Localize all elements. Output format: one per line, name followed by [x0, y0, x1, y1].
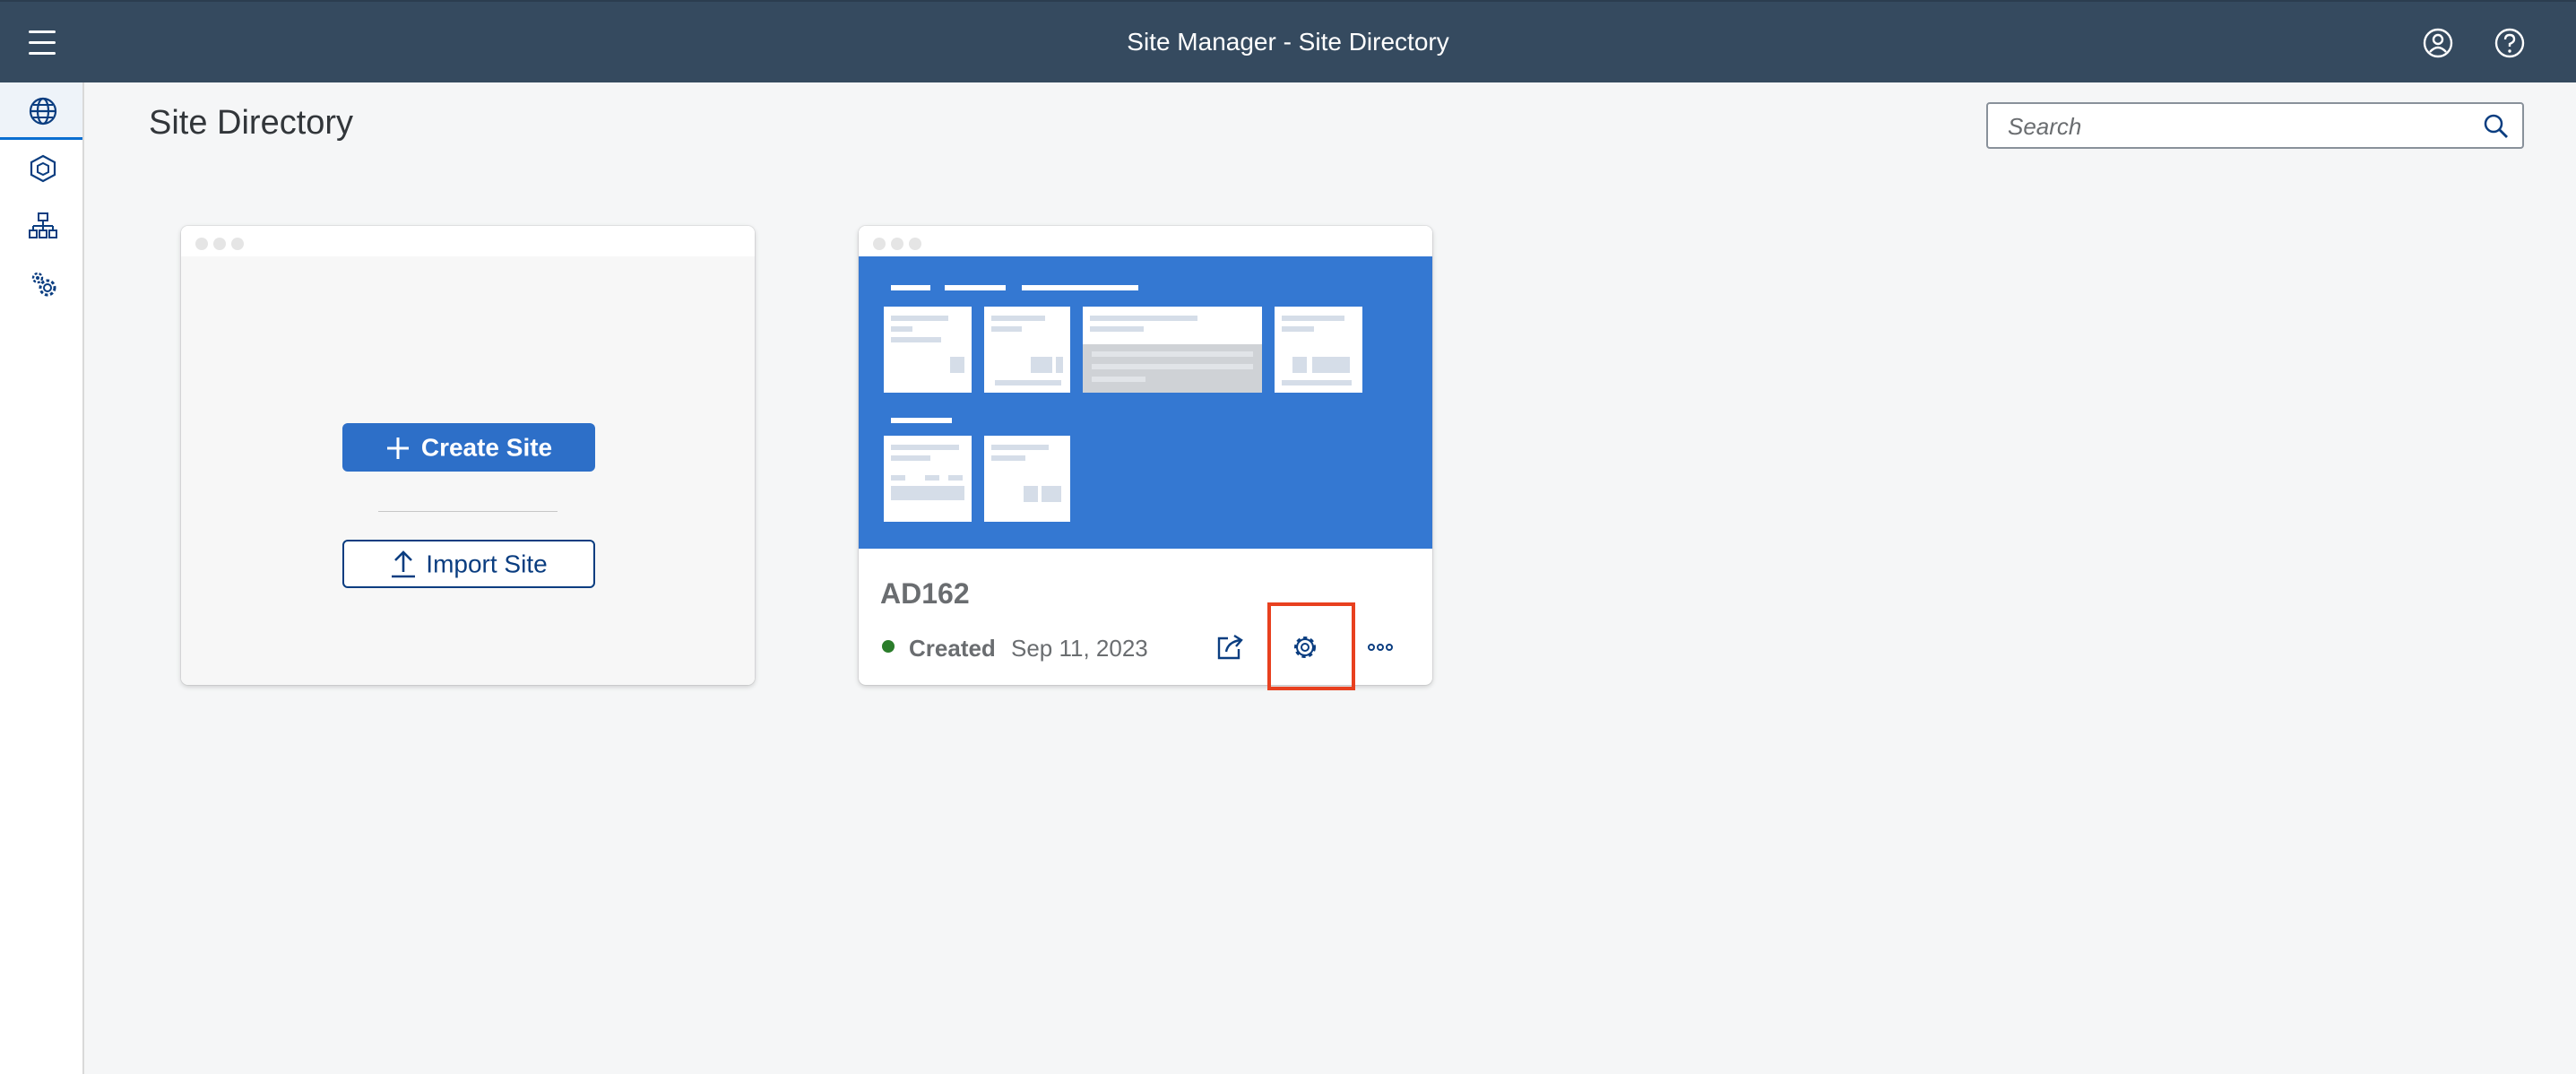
nav-settings[interactable] — [0, 255, 82, 312]
sitemap-icon — [29, 212, 57, 238]
import-site-button[interactable]: Import Site — [342, 540, 595, 588]
search-input[interactable] — [2006, 109, 2476, 143]
globe-icon — [29, 97, 57, 126]
import-site-label: Import Site — [426, 550, 548, 578]
upload-icon — [392, 550, 416, 578]
nav-content[interactable] — [0, 140, 82, 197]
nav-site-directory[interactable] — [0, 82, 82, 140]
window-bar — [859, 226, 1432, 256]
nav-sitemap[interactable] — [0, 197, 82, 255]
search-icon[interactable] — [2483, 113, 2510, 140]
status-indicator — [882, 640, 895, 653]
help-icon[interactable] — [2494, 27, 2526, 59]
page-title: Site Directory — [149, 104, 354, 142]
search-field[interactable] — [1986, 102, 2524, 149]
status-label: Created — [909, 635, 996, 662]
create-card-body: Create Site Import Site — [181, 256, 755, 685]
highlight-box — [1267, 602, 1355, 690]
share-icon[interactable] — [1212, 629, 1248, 665]
create-site-label: Create Site — [420, 433, 553, 462]
overflow-icon[interactable] — [1362, 629, 1398, 665]
window-bar — [181, 226, 755, 256]
divider — [378, 511, 558, 512]
create-site-card: Create Site Import Site — [181, 226, 755, 685]
create-site-button[interactable]: Create Site — [342, 423, 595, 472]
plus-icon — [386, 437, 409, 459]
settings-icon — [31, 272, 56, 297]
side-navigation — [0, 82, 84, 1074]
user-icon[interactable] — [2422, 27, 2454, 59]
created-date: Sep 11, 2023 — [1011, 635, 1148, 662]
shell-bar: Site Manager - Site Directory — [0, 0, 2576, 82]
shell-title: Site Manager - Site Directory — [1127, 28, 1449, 56]
cube-icon — [30, 154, 56, 183]
site-name[interactable]: AD162 — [880, 577, 970, 611]
site-preview[interactable] — [859, 256, 1432, 549]
